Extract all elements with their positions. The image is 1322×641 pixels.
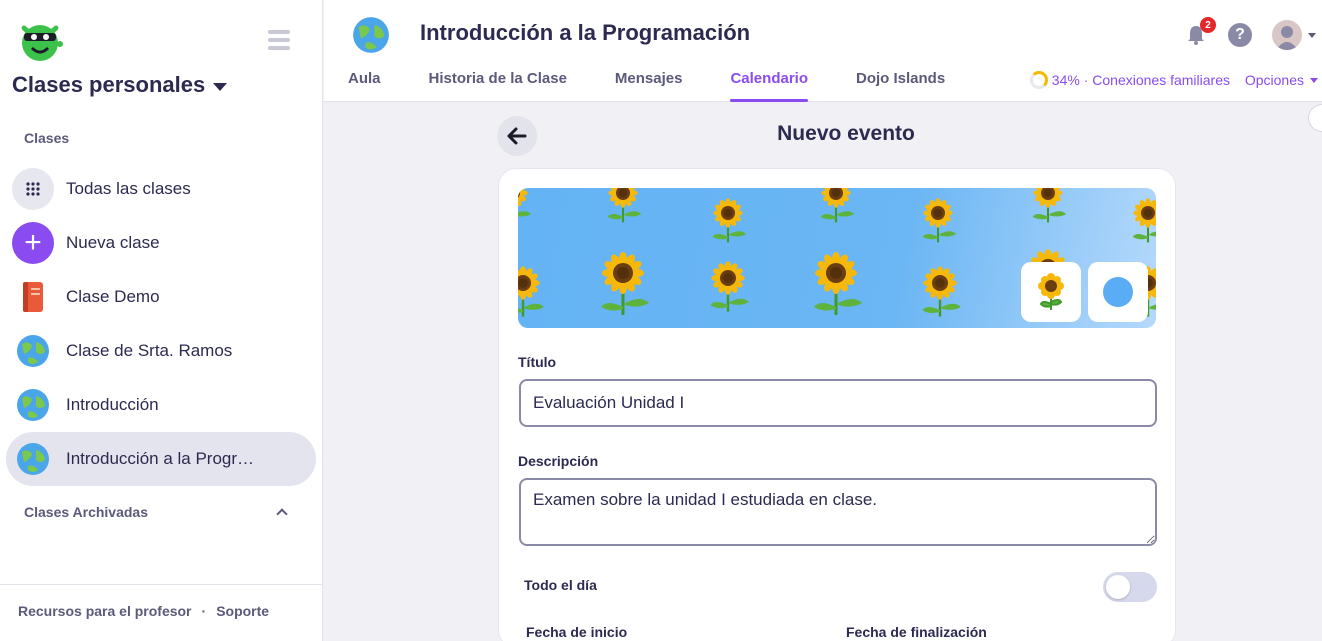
sunflower-decoration [922, 266, 961, 317]
chevron-down-icon[interactable] [1308, 32, 1316, 38]
sunflower-decoration [1132, 198, 1156, 243]
sidebar-item-label: Introducción a la Programación [66, 449, 262, 468]
back-button[interactable] [497, 116, 537, 156]
sidebar: Clases personales Clases Todas las clase… [0, 0, 323, 641]
options-label: Opciones [1244, 72, 1304, 88]
globe-icon [12, 438, 54, 480]
sunflower-decoration [601, 252, 649, 315]
globe-icon [12, 330, 54, 372]
avatar[interactable] [1272, 20, 1302, 50]
toggle-knob [1106, 575, 1130, 599]
grid-icon [12, 168, 54, 210]
header-actions: 2 ? [1184, 17, 1322, 52]
description-label: Descripción [518, 453, 599, 469]
notifications-bell-icon[interactable]: 2 [1184, 17, 1216, 47]
title-label: Título [518, 354, 557, 370]
sidebar-item-label: Nueva clase [66, 233, 160, 252]
class-switcher[interactable]: Clases personales [12, 72, 228, 98]
support-link[interactable]: Soporte [216, 603, 269, 619]
banner-color-button[interactable] [1088, 262, 1148, 322]
sunflower-decoration [518, 266, 544, 317]
title-input[interactable] [519, 379, 1157, 427]
tab-calendario[interactable]: Calendario [730, 70, 808, 102]
event-form-card: Título Descripción Examen sobre la unida… [498, 168, 1176, 641]
tab-mensajes[interactable]: Mensajes [615, 70, 683, 102]
chevron-down-icon [1310, 77, 1318, 83]
class-list: Todas las clases + Nueva clase Clase Dem… [6, 162, 316, 486]
sunflower-decoration [607, 188, 642, 223]
archived-classes-label: Clases Archivadas [24, 504, 148, 520]
description-textarea[interactable]: Examen sobre la unidad I estudiada en cl… [519, 478, 1157, 546]
page-title: Nuevo evento [777, 122, 915, 145]
sidebar-item-demo-class[interactable]: Clase Demo [6, 270, 316, 324]
teacher-resources-link[interactable]: Recursos para el profesor [18, 603, 192, 619]
globe-icon [12, 384, 54, 426]
color-swatch [1103, 277, 1133, 307]
sidebar-item-all-classes[interactable]: Todas las clases [6, 162, 316, 216]
help-icon[interactable]: ? [1228, 23, 1252, 47]
sunflower-decoration [1032, 188, 1067, 223]
book-icon [12, 276, 54, 318]
tab-aula[interactable]: Aula [348, 70, 381, 102]
archived-classes-toggle[interactable]: Clases Archivadas [24, 504, 290, 520]
sunflower-decoration [922, 198, 957, 243]
sunflower-decoration [712, 198, 747, 243]
class-title: Introducción a la Programación [420, 20, 751, 45]
classes-section-label: Clases [24, 130, 70, 146]
sidebar-item-label: Todas las clases [66, 179, 191, 198]
start-date-label: Fecha de inicio [526, 624, 628, 640]
sidebar-footer: Recursos para el profesor · Soporte [0, 584, 322, 641]
plus-icon: + [12, 222, 54, 264]
sunflower-icon [1038, 273, 1064, 310]
sunflower-decoration [820, 188, 855, 223]
menu-toggle-icon[interactable] [268, 30, 290, 50]
options-menu[interactable]: Opciones [1245, 72, 1318, 88]
sunflower-decoration [710, 261, 749, 312]
chevron-up-icon [276, 508, 288, 520]
all-day-label: Todo el día [524, 577, 597, 593]
sunflower-decoration [814, 252, 862, 315]
class-tabs: Aula Historia de la Clase Mensajes Calen… [348, 70, 993, 102]
edge-help-widget[interactable] [1308, 104, 1322, 132]
event-banner-image [518, 188, 1156, 328]
tab-historia[interactable]: Historia de la Clase [429, 70, 567, 102]
sidebar-item-label: Clase Demo [66, 287, 160, 306]
notification-badge: 2 [1200, 17, 1216, 33]
sidebar-item-srta-ramos[interactable]: Clase de Srta. Ramos [6, 324, 316, 378]
sidebar-item-new-class[interactable]: + Nueva clase [6, 216, 316, 270]
sidebar-item-label: Clase de Srta. Ramos [66, 341, 233, 360]
family-connections-link[interactable]: 34% · Conexiones familiares [1029, 71, 1230, 89]
banner-theme-button[interactable] [1021, 262, 1081, 322]
family-connections-label: 34% · Conexiones familiares [1051, 72, 1230, 88]
caret-down-icon [213, 82, 228, 91]
classdojo-logo-icon[interactable] [18, 18, 66, 64]
progress-ring-icon [1029, 71, 1048, 89]
class-header: Introducción a la Programación Aula Hist… [324, 0, 1322, 102]
sidebar-item-intro-programacion[interactable]: Introducción a la Programación [6, 432, 316, 486]
footer-separator: · [201, 603, 207, 619]
class-globe-icon [352, 16, 390, 54]
class-switcher-title: Clases personales [12, 72, 206, 97]
all-day-toggle[interactable] [1103, 572, 1157, 602]
sidebar-item-introduccion[interactable]: Introducción [6, 378, 316, 432]
sidebar-item-label: Introducción [66, 395, 159, 414]
end-date-label: Fecha de finalización [846, 624, 987, 640]
tab-dojo-islands[interactable]: Dojo Islands [856, 70, 945, 102]
sunflower-decoration [518, 188, 532, 217]
arrow-left-icon [507, 127, 527, 145]
